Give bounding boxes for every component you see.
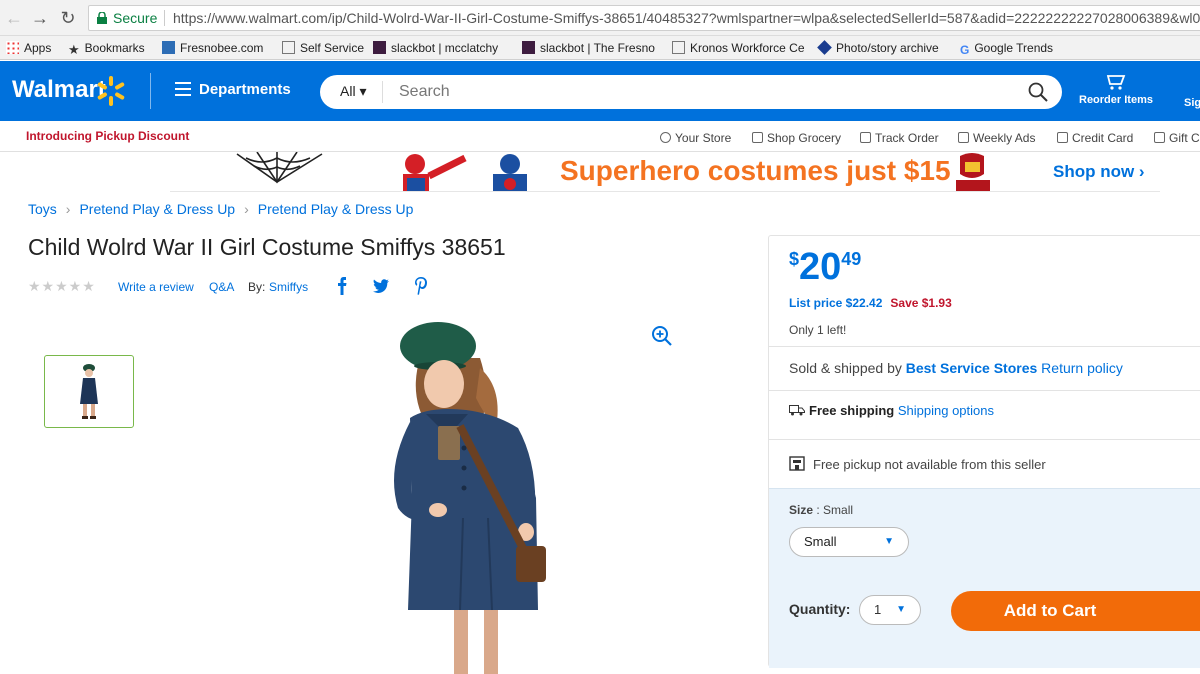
seller-info: Sold & shipped by Best Service Stores Re… [789,360,1123,376]
search-scope-select[interactable]: All ▾ [340,83,366,100]
breadcrumb-pretend-play-dress-up[interactable]: Pretend Play & Dress Up [258,201,414,217]
spiderman-graphic [403,154,467,191]
bookmark-slackbot-mcclatchy[interactable]: slackbot | mcclatchy [373,40,498,56]
shipping-options-link[interactable]: Shipping options [898,403,994,418]
your-store-link[interactable]: Your Store [660,131,731,145]
page-icon [672,41,685,54]
by-label: By: [248,280,266,294]
facebook-icon[interactable] [336,276,348,296]
fresnobee-icon [162,41,175,54]
bookmark-bookmarks[interactable]: ★ Bookmarks [68,40,145,56]
slack-icon [373,41,386,54]
captain-america-graphic [493,154,527,191]
bookmark-kronos[interactable]: Kronos Workforce Ce [672,40,805,56]
search-icon[interactable] [1028,82,1048,102]
brand-link[interactable]: Smiffys [269,280,308,294]
walmart-logo[interactable]: Walmart [12,76,106,104]
product-title: Child Wolrd War II Girl Costume Smiffys … [28,234,506,260]
pickup-info: Free pickup not available from this sell… [789,456,1046,472]
url-text[interactable]: https://www.walmart.com/ip/Child-Wolrd-W… [173,6,1200,30]
diamond-icon [817,40,832,55]
savings: Save $1.93 [890,296,952,310]
secure-label: Secure [113,10,158,26]
quantity-label: Quantity: [789,601,851,617]
return-policy-link[interactable]: Return policy [1041,360,1123,376]
iron-man-graphic [956,153,990,191]
location-pin-icon [660,132,671,143]
pinterest-icon[interactable] [414,276,428,296]
twitter-icon[interactable] [372,276,390,296]
qa-link[interactable]: Q&A [209,280,234,294]
bookmarks-bar: Apps ★ Bookmarks Fresnobee.com Self Servi… [0,36,1200,60]
star-icon: ★ [68,42,80,57]
breadcrumb-toys[interactable]: Toys [28,201,57,217]
zoom-icon[interactable] [651,325,673,347]
bookmark-self-service[interactable]: Self Service [282,40,364,56]
thumbnail-image [80,364,98,419]
shipping-info: Free shipping Shipping options [789,403,994,418]
list-price: List price $22.42 Save $1.93 [789,296,952,310]
seller-link[interactable]: Best Service Stores [906,360,1038,376]
rating-stars[interactable]: ★★★★★ [28,278,96,295]
chevron-down-icon: ▼ [896,604,906,615]
truck-icon [860,132,871,143]
slack-icon [522,41,535,54]
product-thumbnail[interactable] [44,355,134,428]
bookmark-photo-archive[interactable]: Photo/story archive [817,40,939,56]
reorder-icon [1106,75,1126,90]
spider-web-graphic [236,152,323,184]
gift-card-icon [1154,132,1165,143]
departments-button[interactable]: Departments [175,81,291,98]
promo-banner[interactable]: Superhero costumes just $15 Shop now › [170,152,1160,192]
breadcrumb: Toys › Pretend Play & Dress Up › Pretend Pla… [28,201,414,217]
bookmark-slackbot-fresno[interactable]: slackbot | The Fresno [522,40,655,56]
gift-cards-link[interactable]: Gift C [1154,131,1200,145]
store-icon [789,456,805,471]
size-label: Size : Small [789,503,854,517]
bookmark-apps[interactable]: Apps [6,40,51,56]
credit-card-link[interactable]: Credit Card [1057,131,1133,145]
track-order-link[interactable]: Track Order [860,131,939,145]
sign-in-link[interactable]: Sig [1184,97,1200,109]
bookmark-google-trends[interactable]: G Google Trends [960,40,1053,57]
forward-icon[interactable]: → [30,8,50,28]
pickup-discount-link[interactable]: Introducing Pickup Discount [26,129,189,143]
size-select[interactable]: Small ▼ [789,527,909,557]
site-header: Walmart Departments All ▾ Search Reorder… [0,61,1200,121]
truck-icon [789,405,805,416]
shop-now-link[interactable]: Shop now › [1053,162,1145,182]
google-icon: G [960,43,970,57]
bookmark-fresnobee[interactable]: Fresnobee.com [162,40,263,56]
weekly-ads-link[interactable]: Weekly Ads [958,131,1035,145]
sub-navigation: Introducing Pickup Discount Your Store S… [0,121,1200,152]
banner-headline: Superhero costumes just $15 [560,155,951,186]
apps-grid-icon [6,41,19,54]
quantity-select[interactable]: 1 ▼ [859,595,921,625]
chevron-down-icon: ▼ [884,536,894,547]
address-bar[interactable]: Secure https://www.walmart.com/ip/Child-… [88,5,1200,31]
spark-icon [97,76,125,106]
menu-icon [175,82,191,96]
product-image[interactable] [368,318,568,674]
buy-box: $2049 List price $22.42 Save $1.93 Only 1… [768,235,1200,668]
add-to-cart-button[interactable]: Add to Cart [951,591,1200,631]
write-review-link[interactable]: Write a review [118,280,194,294]
reorder-items-button[interactable]: Reorder Items [1076,73,1156,106]
browser-toolbar: ← → ↻ Secure https://www.walmart.com/ip/… [0,0,1200,36]
price: $2049 [789,246,862,288]
credit-card-icon [1057,132,1068,143]
reload-icon[interactable]: ↻ [58,8,78,28]
search-input[interactable]: Search [399,83,450,101]
search-bar: All ▾ Search [320,75,1062,109]
back-icon[interactable]: ← [4,8,24,28]
ad-icon [958,132,969,143]
tag-icon [752,132,763,143]
purchase-options: Size : Small Small ▼ Quantity: 1 ▼ Add to … [769,488,1200,668]
stock-status: Only 1 left! [789,323,847,337]
page-icon [282,41,295,54]
breadcrumb-pretend-play[interactable]: Pretend Play & Dress Up [79,201,235,217]
shop-grocery-link[interactable]: Shop Grocery [752,131,841,145]
lock-icon [97,12,107,24]
